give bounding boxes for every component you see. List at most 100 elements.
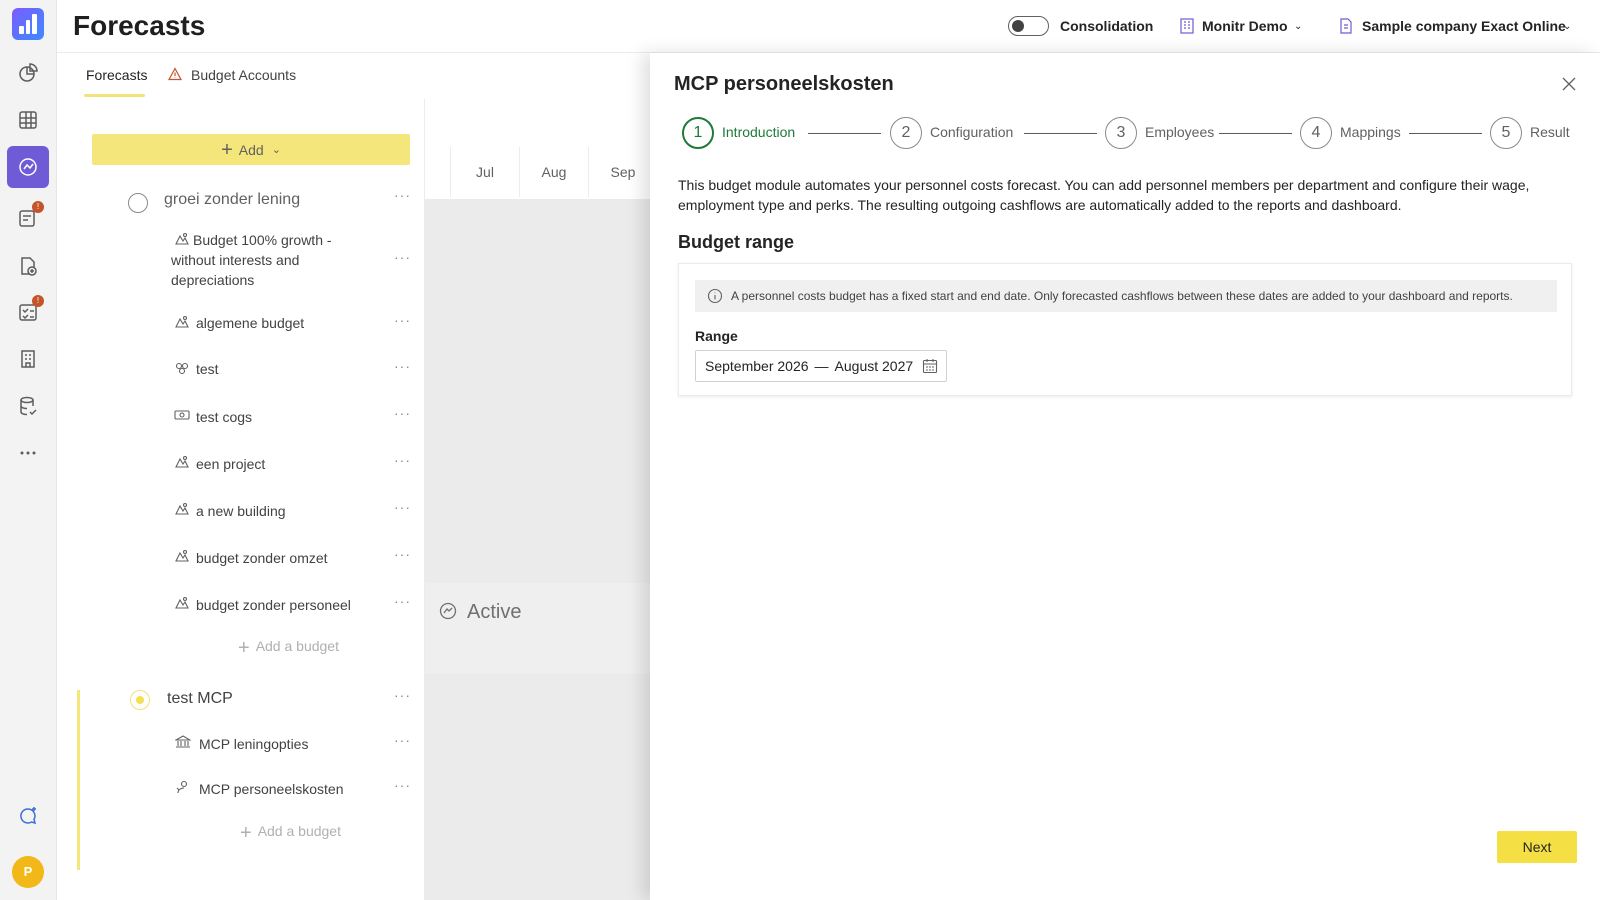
plus-icon: + xyxy=(240,822,252,844)
step-5-label[interactable]: Result xyxy=(1530,124,1570,140)
top-bar: Forecasts Consolidation Monitr Demo ⌄ Sa… xyxy=(57,0,1600,53)
calendar-icon[interactable] xyxy=(922,358,938,374)
more-options-icon[interactable]: ··· xyxy=(394,312,411,328)
more-options-icon[interactable]: ··· xyxy=(394,732,411,748)
left-rail: ! ! P xyxy=(0,0,57,900)
tab-budget-accounts[interactable]: Budget Accounts xyxy=(191,67,296,83)
budget-item-label[interactable]: test xyxy=(196,359,376,379)
budget-item-label[interactable]: budget zonder personeel xyxy=(196,595,376,615)
money-icon xyxy=(174,410,190,420)
add-budget-label: Add a budget xyxy=(257,823,341,839)
building-icon[interactable] xyxy=(7,338,49,380)
info-message: A personnel costs budget has a fixed sta… xyxy=(695,280,1557,312)
more-options-icon[interactable]: ··· xyxy=(394,593,411,609)
budget-item-label[interactable]: a new building xyxy=(196,501,376,521)
bank-icon xyxy=(175,735,191,748)
warning-icon xyxy=(168,67,182,81)
info-icon xyxy=(707,288,723,304)
step-1-label[interactable]: Introduction xyxy=(722,124,795,140)
org-selector[interactable]: Monitr Demo xyxy=(1202,18,1288,34)
budget-item-label[interactable]: MCP personeelskosten xyxy=(199,779,379,799)
consolidation-toggle[interactable] xyxy=(1008,16,1049,36)
budget-item-label[interactable]: Budget 100% growth - without interests a… xyxy=(171,230,351,290)
add-budget-label: Add a budget xyxy=(255,638,339,654)
more-options-icon[interactable]: ··· xyxy=(394,546,411,562)
app-logo[interactable] xyxy=(12,8,44,40)
more-icon[interactable] xyxy=(7,432,49,474)
forecasts-icon[interactable] xyxy=(7,146,49,188)
forecast-list: + Add ⌄ groei zonder lening ··· Budget 1… xyxy=(57,99,425,900)
database-icon[interactable] xyxy=(7,385,49,427)
date-range-input[interactable]: September 2026 — August 2027 xyxy=(695,350,947,382)
range-start: September 2026 xyxy=(705,358,809,374)
group-select-radio[interactable] xyxy=(128,193,148,213)
budget-wizard-panel: MCP personeelskosten 1 Introduction 2 Co… xyxy=(650,53,1600,900)
step-connector xyxy=(1024,133,1097,134)
step-2-label[interactable]: Configuration xyxy=(930,124,1013,140)
range-separator: — xyxy=(814,358,829,374)
scenario-status-icon xyxy=(439,602,457,620)
section-title: Budget range xyxy=(678,232,795,252)
timeline-body xyxy=(425,199,650,900)
budget-range-card: A personnel costs budget has a fixed sta… xyxy=(678,263,1572,396)
more-options-icon[interactable]: ··· xyxy=(394,452,411,468)
step-5-circle[interactable]: 5 xyxy=(1490,117,1522,149)
budget-item-label[interactable]: budget zonder omzet xyxy=(196,548,376,568)
budget-item-label[interactable]: MCP leningopties xyxy=(199,734,379,754)
timeline-header: Jul Aug Sep xyxy=(425,99,650,199)
active-group-row xyxy=(425,583,650,674)
chevron-down-icon: ⌄ xyxy=(271,144,281,156)
step-4-label[interactable]: Mappings xyxy=(1340,124,1401,140)
step-1-circle[interactable]: 1 xyxy=(682,117,714,149)
more-options-icon[interactable]: ··· xyxy=(394,499,411,515)
scenario-icon xyxy=(175,549,189,562)
chevron-down-icon[interactable]: ⌄ xyxy=(1563,21,1571,32)
tab-bar: Forecasts Budget Accounts xyxy=(57,53,650,99)
budget-item-label[interactable]: test cogs xyxy=(196,407,376,427)
add-document-icon[interactable] xyxy=(7,245,49,287)
checklist-icon[interactable]: ! xyxy=(7,291,49,333)
step-4-circle[interactable]: 4 xyxy=(1300,117,1332,149)
status-label: Active xyxy=(467,601,522,623)
dashboard-icon[interactable] xyxy=(7,52,49,94)
more-options-icon[interactable]: ··· xyxy=(394,187,411,203)
group-title[interactable]: groei zonder lening xyxy=(164,191,300,209)
group-select-radio[interactable] xyxy=(130,690,150,710)
close-icon[interactable] xyxy=(1562,77,1576,91)
consolidation-label: Consolidation xyxy=(1060,18,1154,34)
tab-forecasts[interactable]: Forecasts xyxy=(86,67,147,83)
budget-item-label[interactable]: een project xyxy=(196,454,376,474)
intro-text: This budget module automates your person… xyxy=(678,177,1530,213)
more-options-icon[interactable]: ··· xyxy=(394,249,411,265)
table-icon[interactable] xyxy=(7,99,49,141)
scenario-icon xyxy=(175,502,189,515)
add-budget-link[interactable]: + Add a budget xyxy=(238,637,339,660)
step-2-circle[interactable]: 2 xyxy=(890,117,922,149)
range-label: Range xyxy=(695,328,738,344)
company-selector[interactable]: Sample company Exact Online xyxy=(1362,18,1566,34)
warning-badge: ! xyxy=(32,201,44,213)
organization-icon xyxy=(1180,18,1194,34)
avatar[interactable]: P xyxy=(12,856,44,888)
step-3-label[interactable]: Employees xyxy=(1145,124,1214,140)
scenario-icon xyxy=(175,455,189,468)
more-options-icon[interactable]: ··· xyxy=(394,777,411,793)
step-connector xyxy=(808,133,881,134)
plus-icon: + xyxy=(221,138,233,161)
panel-title: MCP personeelskosten xyxy=(674,73,894,95)
budget-edit-icon[interactable]: ! xyxy=(7,197,49,239)
budget-item-label[interactable]: algemene budget xyxy=(196,313,376,333)
step-3-circle[interactable]: 3 xyxy=(1105,117,1137,149)
group-title[interactable]: test MCP xyxy=(167,690,233,708)
chat-sparkle-icon[interactable] xyxy=(7,795,49,837)
more-options-icon[interactable]: ··· xyxy=(394,687,411,703)
company-icon xyxy=(1340,18,1352,34)
more-options-icon[interactable]: ··· xyxy=(394,358,411,374)
page-title: Forecasts xyxy=(73,10,206,41)
next-button[interactable]: Next xyxy=(1497,831,1577,863)
step-connector xyxy=(1409,133,1482,134)
more-options-icon[interactable]: ··· xyxy=(394,405,411,421)
add-budget-link[interactable]: + Add a budget xyxy=(240,822,341,845)
chevron-down-icon[interactable]: ⌄ xyxy=(1294,21,1302,32)
add-button[interactable]: + Add ⌄ xyxy=(92,134,410,165)
